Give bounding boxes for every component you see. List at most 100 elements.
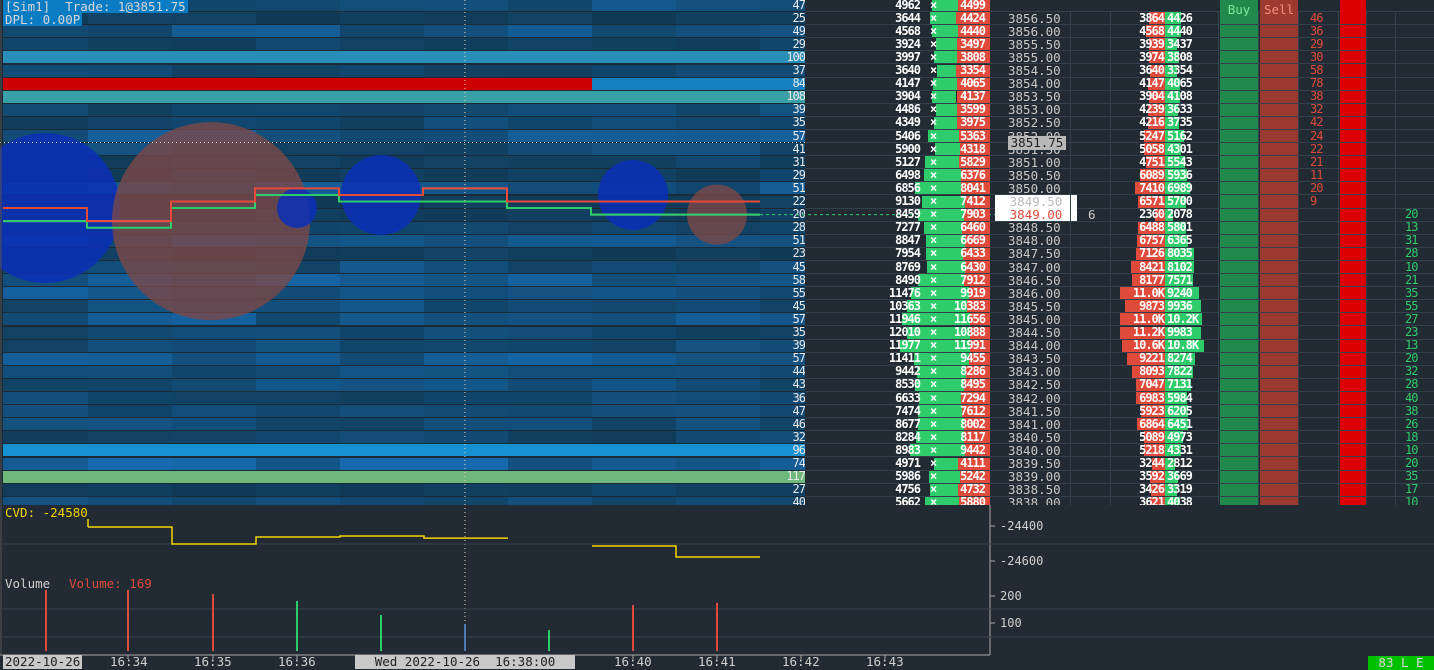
ask-size: 4973: [1167, 429, 1193, 444]
price-cell[interactable]: 3841.00: [1008, 418, 1072, 431]
price-cell[interactable]: 3838.50: [1008, 483, 1072, 496]
price-cell[interactable]: 3846.00: [1008, 287, 1072, 300]
volume-at-price: 8847: [895, 233, 921, 248]
volume-at-price: 5900: [895, 141, 921, 156]
delta-at-price: 4318: [960, 141, 986, 156]
bid-size: 8177: [1139, 272, 1165, 287]
delta-at-price: 8117: [960, 429, 986, 444]
ask-size: 5801: [1167, 220, 1193, 235]
buy-trades: 23: [1405, 325, 1418, 339]
volume-axis-label: 200: [1000, 589, 1022, 603]
cvd-label: CVD: -24580: [5, 505, 88, 520]
bid-size: 5923: [1139, 403, 1165, 418]
price-cell[interactable]: 3839.50: [1008, 457, 1072, 470]
price-cell[interactable]: 3843.00: [1008, 365, 1072, 378]
volume-at-price: 8983: [895, 442, 921, 457]
ask-size: 6205: [1167, 403, 1193, 418]
ask-size: 2078: [1167, 207, 1193, 222]
buy-trades: 13: [1405, 338, 1418, 353]
buy-trades: 55: [1405, 298, 1418, 313]
price-cell[interactable]: 3848.00: [1008, 234, 1072, 247]
buy-trades: 35: [1405, 285, 1418, 300]
bid-size: 3592: [1139, 469, 1165, 484]
price-cell[interactable]: 3846.50: [1008, 274, 1072, 287]
bid-size: 2360: [1139, 207, 1165, 222]
price-cell[interactable]: 3843.50: [1008, 352, 1072, 365]
price-cell[interactable]: 3852.50: [1008, 116, 1072, 129]
price-cell[interactable]: 3847.50: [1008, 247, 1072, 260]
price-cell[interactable]: 3854.50: [1008, 64, 1072, 77]
delta-at-price: 5242: [960, 469, 986, 484]
price-cell[interactable]: 3841.50: [1008, 405, 1072, 418]
price-cell[interactable]: 3856.50: [1008, 12, 1072, 25]
bid-size: 11.0K: [1132, 285, 1165, 300]
price-cell[interactable]: 3840.00: [1008, 444, 1072, 457]
price-cell[interactable]: 3845.00: [1008, 313, 1072, 326]
last-price-marker: 3851.75: [1008, 135, 1066, 150]
price-cell[interactable]: 3855.50: [1008, 38, 1072, 51]
price-ladder[interactable]: 4962×44993857.003644×44243856.5038644426…: [805, 0, 1434, 505]
delta-at-price: 4111: [960, 456, 986, 470]
status-badge: 83 L E: [1368, 656, 1434, 670]
ask-size: 5936: [1167, 167, 1193, 182]
price-cell[interactable]: 3850.00: [1008, 182, 1072, 195]
delta-at-price: 4065: [960, 76, 986, 91]
buy-trades: 27: [1405, 311, 1418, 326]
price-cell[interactable]: 3840.50: [1008, 431, 1072, 444]
delta-at-price: 11991: [953, 338, 986, 353]
bid-size: 5247: [1139, 128, 1165, 143]
price-cell[interactable]: 3842.50: [1008, 378, 1072, 391]
bid-size: 9221: [1139, 351, 1165, 366]
buy-header[interactable]: Buy: [1220, 0, 1258, 16]
price-cell[interactable]: 3855.00: [1008, 51, 1072, 64]
buy-trades: 10: [1405, 442, 1418, 457]
volume-at-price: 11946: [888, 311, 921, 326]
price-cell[interactable]: 3853.50: [1008, 90, 1072, 103]
buy-trades: 10: [1405, 259, 1418, 274]
ask-size: 3808: [1167, 49, 1193, 64]
column-divider: [1366, 0, 1367, 505]
price-cell[interactable]: 3853.00: [1008, 103, 1072, 116]
volume-label: Volume: 169: [69, 576, 152, 591]
time-label: 16:35: [194, 654, 232, 669]
sell-header[interactable]: Sell: [1260, 0, 1298, 16]
price-cell[interactable]: 3854.00: [1008, 77, 1072, 90]
price-cell[interactable]: 3845.50: [1008, 300, 1072, 313]
delta-at-price: 9455: [960, 351, 986, 366]
column-divider: [1070, 0, 1071, 505]
ask-size: 3354: [1167, 63, 1193, 77]
sell-trades: 9: [1310, 194, 1317, 208]
bid-size: 8421: [1139, 259, 1165, 274]
price-cell[interactable]: 3849.50: [995, 195, 1077, 208]
delta-at-price: 4137: [960, 89, 986, 104]
price-cell[interactable]: 3849.00: [995, 208, 1077, 222]
price-cell[interactable]: 3844.00: [1008, 339, 1072, 352]
column-divider: [1395, 0, 1396, 505]
buy-trades: 17: [1405, 482, 1418, 497]
buy-trades: 38: [1405, 403, 1418, 418]
ask-size: 7571: [1167, 272, 1193, 287]
price-cell[interactable]: 3838.00: [1008, 496, 1072, 505]
price-cell[interactable]: 3844.50: [1008, 326, 1072, 339]
time-label: 16:40: [614, 654, 652, 669]
price-cell[interactable]: 3856.00: [1008, 25, 1072, 38]
price-cell[interactable]: 3850.50: [1008, 169, 1072, 182]
volume-at-price: 7277: [895, 220, 921, 235]
ask-size: 10.8K: [1167, 338, 1199, 353]
time-label: 16:42: [782, 654, 820, 669]
sell-trades: 32: [1310, 102, 1323, 117]
ask-size: 3633: [1167, 102, 1193, 117]
price-cell[interactable]: 3851.00: [1008, 156, 1072, 169]
price-cell[interactable]: 3847.00: [1008, 261, 1072, 274]
delta-at-price: 4440: [960, 23, 986, 38]
price-cell[interactable]: 3842.00: [1008, 392, 1072, 405]
volume-at-price: 4568: [895, 23, 921, 38]
buy-trades: 26: [1405, 416, 1418, 431]
ask-size: 8102: [1167, 259, 1193, 274]
volume-at-price: 9130: [895, 194, 921, 208]
sell-trades: 58: [1310, 63, 1323, 77]
volume-at-price: 5662: [895, 495, 921, 505]
price-cell[interactable]: 3839.00: [1008, 470, 1072, 483]
delta-at-price: 6460: [960, 220, 986, 235]
price-cell[interactable]: 3848.50: [1008, 221, 1072, 234]
